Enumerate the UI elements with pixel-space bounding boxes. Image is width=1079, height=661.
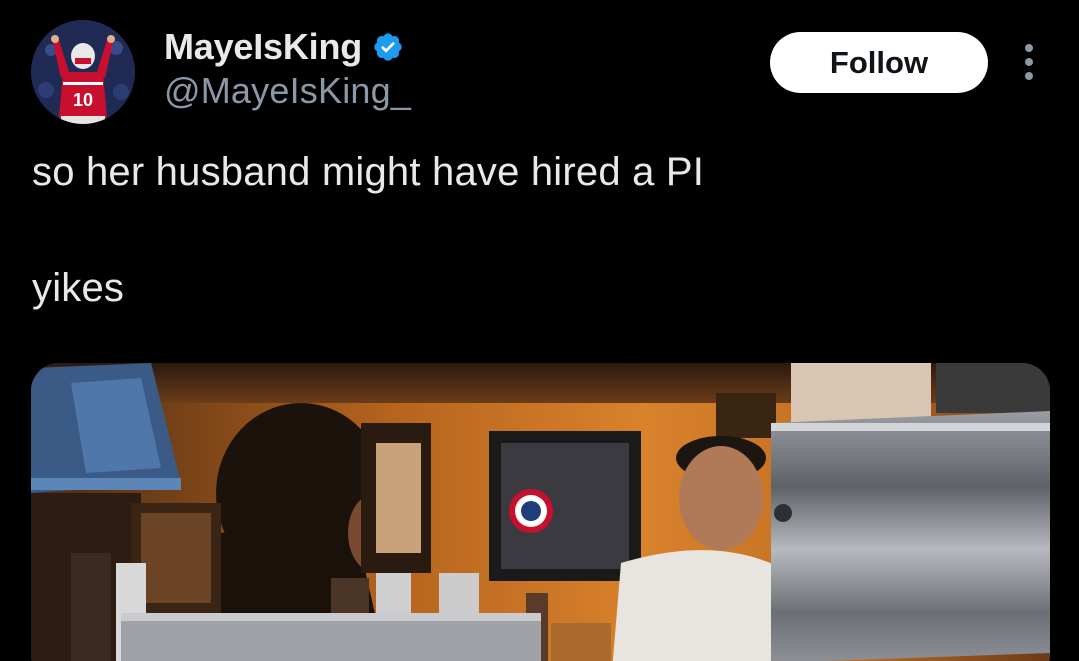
avatar-jersey-number: 10	[73, 90, 93, 110]
verified-badge-icon	[374, 33, 402, 61]
display-name[interactable]: MayeIsKing	[164, 26, 362, 68]
tweet: 10 MayeIsKing @MayeIsKing_ Follow so her…	[0, 0, 1079, 661]
author-name-row: MayeIsKing	[164, 26, 404, 68]
follow-button[interactable]: Follow	[770, 32, 988, 93]
tweet-media-photo[interactable]	[31, 363, 1050, 661]
avatar-photo: 10	[31, 20, 135, 124]
tweet-text-line: yikes	[32, 266, 125, 310]
more-vertical-icon[interactable]	[1016, 42, 1042, 82]
tweet-text-line: so her husband might have hired a PI	[32, 150, 705, 194]
photo-bar-scene	[31, 363, 1050, 661]
avatar[interactable]: 10	[31, 20, 135, 124]
author-handle[interactable]: @MayeIsKing_	[164, 70, 411, 112]
